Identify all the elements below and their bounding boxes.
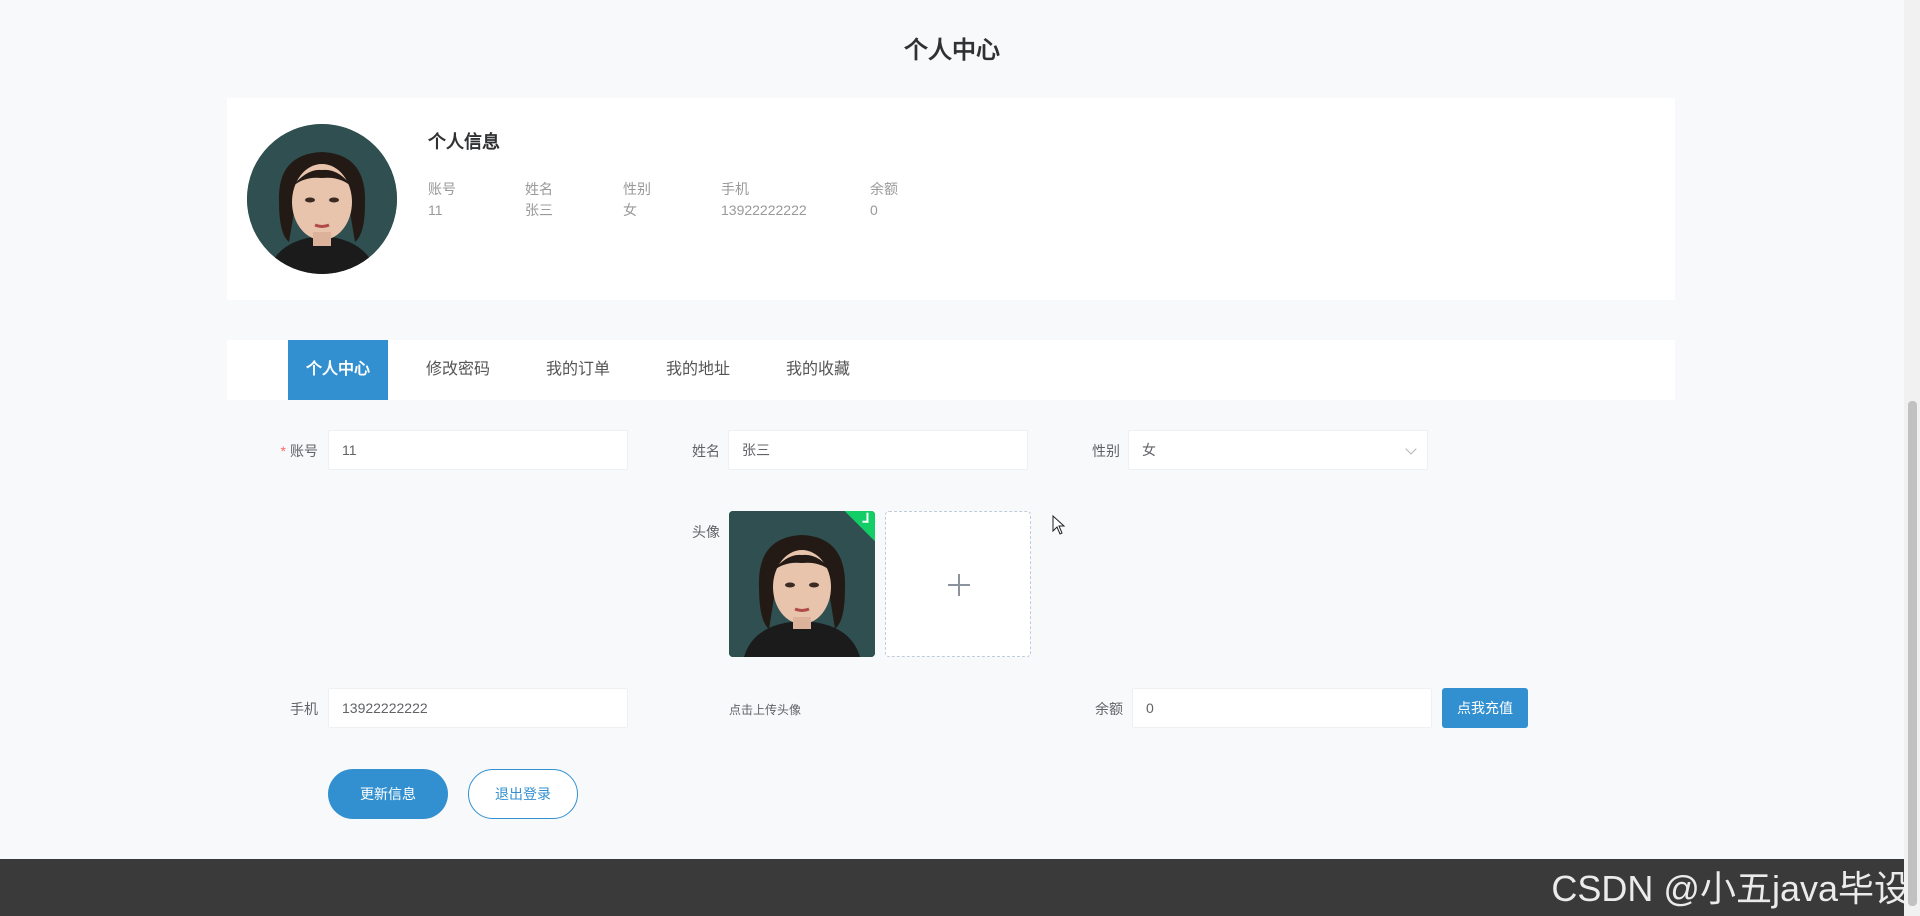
tab-my-orders[interactable]: 我的订单 (528, 340, 628, 400)
info-balance: 余额 0 (870, 180, 898, 219)
info-phone-label: 手机 (721, 181, 749, 197)
tab-my-address[interactable]: 我的地址 (648, 340, 748, 400)
tab-bar: 个人中心 修改密码 我的订单 我的地址 我的收藏 (227, 340, 1675, 400)
phone-input[interactable]: 13922222222 (328, 688, 628, 728)
name-label: 姓名 (692, 443, 720, 459)
account-label: * 账号 (270, 441, 318, 461)
required-mark: * (280, 443, 286, 459)
name-input[interactable]: 张三 (728, 430, 1028, 470)
info-account: 账号 11 (428, 180, 456, 219)
info-balance-label: 余额 (870, 181, 898, 197)
info-name: 姓名 张三 (525, 180, 553, 219)
info-account-label: 账号 (428, 181, 456, 197)
info-name-label: 姓名 (525, 181, 553, 197)
profile-avatar (247, 124, 397, 274)
tab-change-password[interactable]: 修改密码 (408, 340, 508, 400)
info-phone-value: 13922222222 (721, 202, 807, 218)
page-title: 个人中心 (904, 37, 1000, 64)
avatar-label: 头像 (692, 524, 720, 540)
csdn-watermark: CSDN @小五java毕设 (1551, 868, 1910, 909)
phone-label: 手机 (290, 701, 318, 717)
info-name-value: 张三 (525, 202, 553, 218)
logout-button[interactable]: 退出登录 (468, 769, 578, 819)
avatar-upload-tip: 点击上传头像 (729, 703, 802, 717)
check-icon (862, 512, 869, 523)
uploaded-avatar-thumbnail[interactable] (729, 511, 875, 657)
profile-info-card: 个人信息 账号 11 姓名 张三 性别 女 手机 13922222222 余额 … (227, 98, 1675, 300)
avatar-upload-button[interactable] (885, 511, 1031, 657)
info-phone: 手机 13922222222 (721, 180, 807, 219)
info-balance-value: 0 (870, 202, 878, 218)
update-info-button[interactable]: 更新信息 (328, 769, 448, 819)
tab-personal-center[interactable]: 个人中心 (288, 340, 388, 400)
recharge-button[interactable]: 点我充值 (1442, 688, 1528, 728)
profile-card-title: 个人信息 (428, 132, 500, 152)
balance-input[interactable]: 0 (1132, 688, 1432, 728)
gender-select[interactable]: 女 (1128, 430, 1428, 470)
chevron-down-icon (1405, 443, 1417, 455)
gender-select-value: 女 (1142, 442, 1156, 458)
balance-label: 余额 (1095, 701, 1123, 717)
info-gender-value: 女 (623, 202, 637, 218)
account-label-text: 账号 (290, 443, 318, 459)
tab-my-favorites[interactable]: 我的收藏 (768, 340, 868, 400)
account-input[interactable]: 11 (328, 430, 628, 470)
info-gender-label: 性别 (623, 181, 651, 197)
scrollbar-thumb[interactable] (1908, 401, 1917, 906)
mouse-cursor-icon (1052, 515, 1066, 535)
gender-label: 性别 (1092, 443, 1120, 459)
info-account-value: 11 (428, 202, 443, 218)
info-gender: 性别 女 (623, 180, 651, 219)
